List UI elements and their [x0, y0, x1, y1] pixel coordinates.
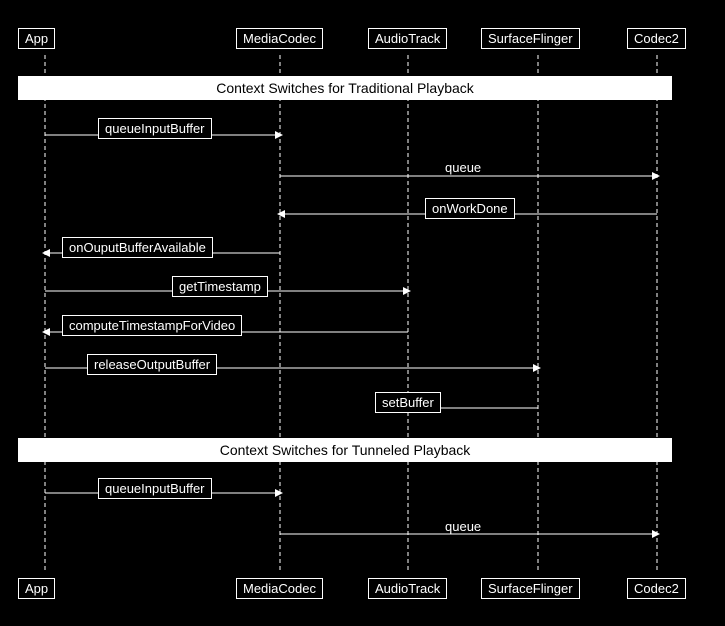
actor-app-bottom: App: [18, 578, 55, 599]
msg-computeTimestamp: computeTimestampForVideo: [62, 315, 242, 336]
actor-codec2-bottom: Codec2: [627, 578, 686, 599]
msg-queueInputBuffer1: queueInputBuffer: [98, 118, 212, 139]
section-traditional: Context Switches for Traditional Playbac…: [18, 76, 672, 100]
actor-mediacodec-top: MediaCodec: [236, 28, 323, 49]
msg-releaseOutputBuffer: releaseOutputBuffer: [87, 354, 217, 375]
diagram: App MediaCodec AudioTrack SurfaceFlinger…: [0, 0, 725, 626]
actor-app-top: App: [18, 28, 55, 49]
msg-setBuffer: setBuffer: [375, 392, 441, 413]
actor-audiotrack-bottom: AudioTrack: [368, 578, 447, 599]
actor-surfaceflinger-bottom: SurfaceFlinger: [481, 578, 580, 599]
msg-onOutputBufferAvailable: onOuputBufferAvailable: [62, 237, 213, 258]
actor-audiotrack-top: AudioTrack: [368, 28, 447, 49]
actor-mediacodec-bottom: MediaCodec: [236, 578, 323, 599]
msg-queueInputBuffer2: queueInputBuffer: [98, 478, 212, 499]
msg-getTimestamp: getTimestamp: [172, 276, 268, 297]
msg-onWorkDone: onWorkDone: [425, 198, 515, 219]
msg-queue1: queue: [445, 160, 481, 175]
section-tunneled: Context Switches for Tunneled Playback: [18, 438, 672, 462]
msg-queue2: queue: [445, 519, 481, 534]
actor-surfaceflinger-top: SurfaceFlinger: [481, 28, 580, 49]
actor-codec2-top: Codec2: [627, 28, 686, 49]
